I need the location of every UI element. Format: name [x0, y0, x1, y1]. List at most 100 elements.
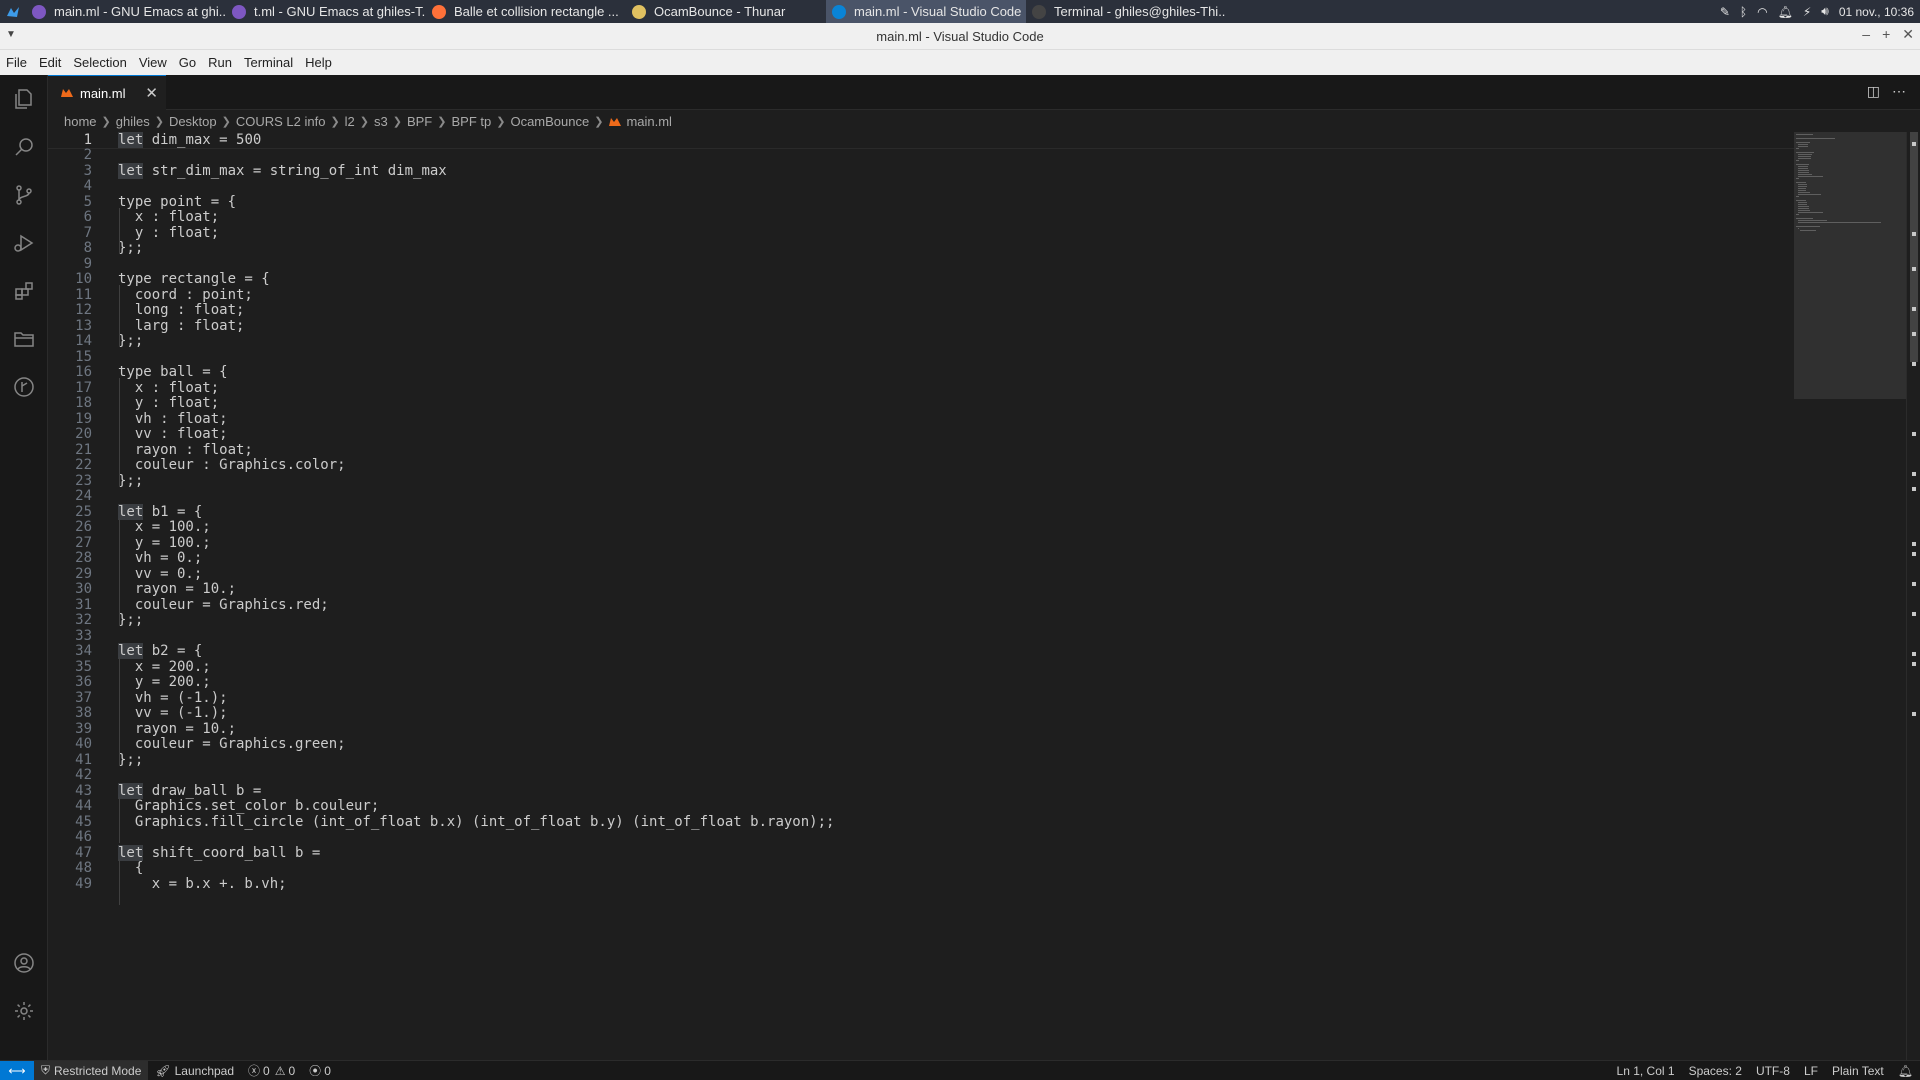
more-actions-icon[interactable]: ⋯ — [1892, 83, 1906, 100]
minimap-slider[interactable] — [1794, 132, 1906, 399]
split-editor-icon[interactable]: ◫ — [1867, 83, 1880, 100]
encoding[interactable]: UTF-8 — [1749, 1061, 1797, 1080]
settings-gear-icon[interactable] — [0, 987, 48, 1035]
indent-guide — [119, 858, 120, 905]
taskbar-item[interactable]: OcamBounce - Thunar — [626, 0, 826, 23]
remote-indicator-icon[interactable]: ⟷ — [0, 1060, 34, 1080]
code-line[interactable]: 49 x = b.x +. b.vh; — [48, 874, 1794, 893]
chevron-right-icon: ❯ — [221, 115, 231, 128]
app-menu-icon[interactable] — [0, 0, 26, 23]
pen-icon[interactable]: ✎ — [1720, 5, 1730, 19]
breadcrumb: home ❯ ghiles ❯ Desktop ❯ COURS L2 info ❯ l2 ❯ s3 ❯… — [48, 110, 1798, 132]
window-menu-icon[interactable]: ▼ — [6, 29, 16, 40]
taskbar-item-label: OcamBounce - Thunar — [654, 4, 786, 19]
minimap-line — [1798, 206, 1809, 207]
code-editor[interactable]: 1 let dim_max = 500 2 3 let str_dim_max = st… — [48, 132, 1794, 1060]
menu-view[interactable]: View — [139, 55, 173, 70]
menu-selection[interactable]: Selection — [73, 55, 132, 70]
minimap-line — [1798, 172, 1809, 173]
breadcrumb-item[interactable]: Desktop — [169, 114, 217, 129]
tab-main-ml[interactable]: main.ml ✕ — [48, 75, 166, 110]
git-graph-icon[interactable] — [0, 363, 48, 411]
explorer-icon[interactable] — [0, 75, 48, 123]
activity-bar — [0, 75, 48, 1060]
error-count: 0 — [263, 1063, 270, 1078]
minimize-icon[interactable]: – — [1862, 26, 1870, 43]
chevron-right-icon: ❯ — [330, 115, 340, 128]
account-icon[interactable] — [0, 939, 48, 987]
menu-go[interactable]: Go — [179, 55, 202, 70]
scroll-marker — [1912, 362, 1916, 366]
window-title: main.ml - Visual Studio Code — [876, 28, 1044, 44]
taskbar-item-label: Balle et collision rectangle ... — [454, 4, 619, 19]
minimap-line — [1798, 176, 1823, 177]
minimap-line — [1796, 196, 1799, 197]
breadcrumb-item[interactable]: main.ml — [626, 114, 672, 129]
taskbar-item[interactable]: Terminal - ghiles@ghiles-Thi... — [1026, 0, 1226, 23]
breadcrumb-item[interactable]: l2 — [345, 114, 355, 129]
clock[interactable]: 01 nov., 10:36 — [1839, 5, 1914, 19]
source-control-icon[interactable] — [0, 171, 48, 219]
taskbar-item[interactable]: Balle et collision rectangle ... — [426, 0, 626, 23]
indent-guide — [119, 657, 120, 766]
breadcrumb-item[interactable]: BPF tp — [451, 114, 491, 129]
notifications-bell-icon[interactable]: 🔔︎ — [1891, 1061, 1920, 1080]
maximize-icon[interactable]: + — [1882, 26, 1890, 43]
taskbar-item-label: Terminal - ghiles@ghiles-Thi... — [1054, 4, 1226, 19]
ocaml-file-icon — [61, 89, 73, 97]
launchpad[interactable]: 🚀︎ Launchpad — [148, 1061, 241, 1080]
ports-indicator[interactable]: ⦿ 0 — [302, 1061, 338, 1080]
folder-icon[interactable] — [0, 315, 48, 363]
problems-indicator[interactable]: ⓧ 0 ⚠ 0 — [241, 1061, 302, 1080]
scroll-marker — [1912, 487, 1916, 491]
emacs-icon — [232, 4, 246, 19]
power-icon[interactable]: ⚡︎ — [1803, 5, 1811, 19]
menu-terminal[interactable]: Terminal — [244, 55, 299, 70]
taskbar-item[interactable]: t.ml - GNU Emacs at ghiles-T... — [226, 0, 426, 23]
volume-icon[interactable]: 🔊︎ — [1821, 4, 1829, 19]
menu-help[interactable]: Help — [305, 55, 338, 70]
minimap-line — [1798, 228, 1799, 229]
extensions-icon[interactable] — [0, 267, 48, 315]
minimap-line — [1798, 144, 1808, 145]
warning-icon: ⚠ — [274, 1063, 286, 1078]
scrollbar-thumb[interactable] — [1910, 132, 1918, 362]
cursor-position[interactable]: Ln 1, Col 1 — [1610, 1061, 1682, 1080]
vscode-icon — [832, 4, 846, 19]
line-number: 49 — [75, 875, 92, 892]
breadcrumb-item[interactable]: s3 — [374, 114, 388, 129]
close-tab-icon[interactable]: ✕ — [145, 84, 158, 102]
run-debug-icon[interactable] — [0, 219, 48, 267]
minimap-line — [1798, 208, 1809, 209]
scroll-marker — [1912, 552, 1916, 556]
close-window-icon[interactable]: ✕ — [1902, 26, 1914, 43]
search-icon[interactable] — [0, 123, 48, 171]
taskbar-item[interactable]: main.ml - GNU Emacs at ghi... — [26, 0, 226, 23]
indent-guide — [119, 207, 120, 254]
indentation[interactable]: Spaces: 2 — [1682, 1061, 1749, 1080]
window-titlebar: ▼ main.ml - Visual Studio Code – + ✕ — [0, 23, 1920, 50]
breadcrumb-item[interactable]: home — [64, 114, 97, 129]
bluetooth-icon[interactable]: ᛒ — [1740, 5, 1747, 19]
menu-file[interactable]: File — [6, 55, 33, 70]
vertical-scrollbar[interactable] — [1906, 132, 1920, 1060]
minimap-line — [1798, 192, 1810, 193]
breadcrumb-item[interactable]: COURS L2 info — [236, 114, 326, 129]
menu-edit[interactable]: Edit — [39, 55, 67, 70]
breadcrumb-item[interactable]: BPF — [407, 114, 432, 129]
end-of-line[interactable]: LF — [1797, 1061, 1825, 1080]
minimap-line — [1798, 210, 1810, 211]
notification-icon[interactable]: 🔔︎ — [1778, 5, 1793, 19]
restricted-mode[interactable]: ⛨ Restricted Mode — [34, 1060, 149, 1080]
taskbar-item[interactable]: main.ml - Visual Studio Code — [826, 0, 1026, 23]
breadcrumb-item[interactable]: ghiles — [116, 114, 150, 129]
shield-icon: ⛨ — [41, 1063, 51, 1077]
breadcrumb-item[interactable]: OcamBounce — [510, 114, 589, 129]
launchpad-label: Launchpad — [174, 1063, 235, 1078]
minimap[interactable] — [1794, 132, 1906, 1060]
scroll-marker — [1912, 712, 1916, 716]
wifi-icon[interactable]: ◠ — [1757, 5, 1767, 19]
menu-run[interactable]: Run — [208, 55, 238, 70]
language-mode[interactable]: Plain Text — [1825, 1061, 1891, 1080]
taskbar-item-label: main.ml - Visual Studio Code — [854, 4, 1022, 19]
